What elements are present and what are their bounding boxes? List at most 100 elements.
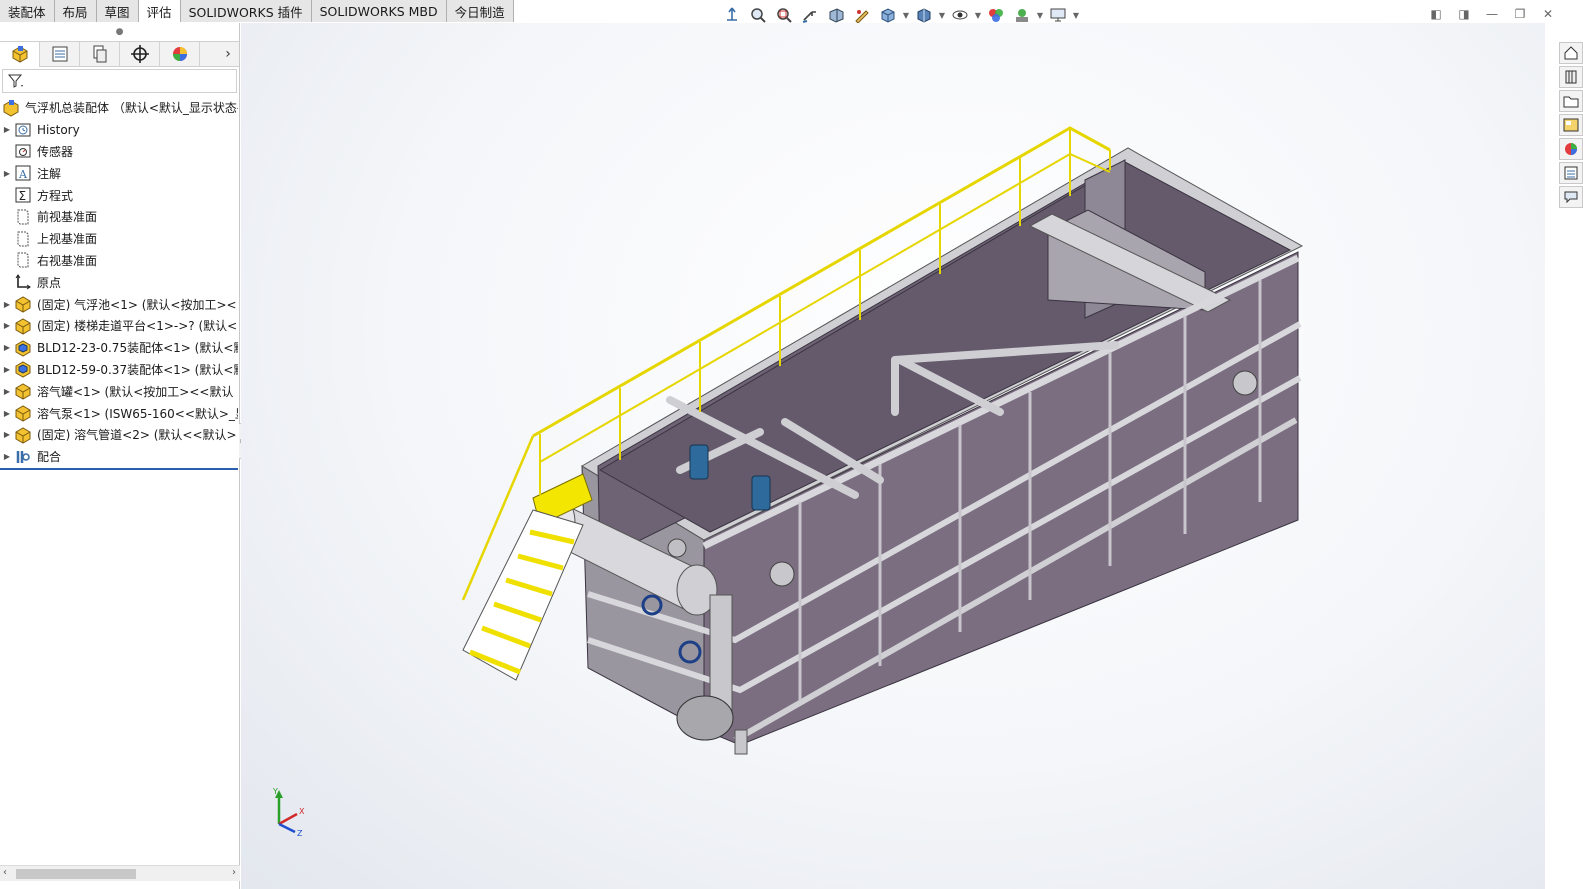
tree-item[interactable]: ▶ 溶气罐<1> (默认<按加工><<默认	[0, 380, 238, 402]
tree-item[interactable]: ▶ A 注解	[0, 162, 238, 184]
expand-arrow-icon[interactable]: ▶	[0, 125, 14, 134]
tile-right-icon[interactable]: ◨	[1455, 6, 1473, 22]
expand-arrow-icon[interactable]: ▶	[0, 300, 14, 309]
assembly-icon	[2, 99, 20, 117]
tree-item-label: 溶气泵<1> (ISW65-160<<默认>_显	[37, 406, 238, 421]
chevron-down-icon[interactable]: ▼	[974, 11, 982, 20]
tab-sketch[interactable]: 草图	[96, 0, 139, 22]
triad-x-label: X	[299, 807, 305, 816]
scroll-left-icon[interactable]: ‹	[3, 867, 7, 878]
svg-text:Σ: Σ	[19, 189, 27, 203]
origin-icon	[14, 273, 32, 291]
command-manager-tabs: 装配体 布局 草图 评估 SOLIDWORKS 插件 SOLIDWORKS MB…	[0, 0, 514, 22]
expand-arrow-icon[interactable]: ▶	[0, 430, 14, 439]
tree-item-label: 配合	[37, 450, 62, 465]
tree-item[interactable]: ▶ 配合	[0, 446, 238, 468]
expand-arrow-icon[interactable]: ▶	[0, 169, 14, 178]
chevron-down-icon[interactable]: ▼	[1036, 11, 1044, 20]
tree-item-label: 溶气罐<1> (默认<按加工><<默认	[37, 384, 234, 399]
part-icon	[14, 404, 32, 422]
tree-item[interactable]: ▶ BLD12-59-0.37装配体<1> (默认<默	[0, 359, 238, 381]
panel-grip[interactable]: ●	[0, 23, 239, 41]
tree-item-label: 前视基准面	[37, 210, 98, 225]
chevron-right-icon[interactable]: ›	[217, 46, 239, 62]
dimxpert-manager-icon[interactable]	[120, 41, 160, 67]
tree-item[interactable]: ▶ (固定) 楼梯走道平台<1>->? (默认<	[0, 315, 238, 337]
expand-arrow-icon[interactable]: ▶	[0, 452, 14, 461]
chevron-down-icon[interactable]: ▼	[1072, 11, 1080, 20]
tree-item[interactable]: ▶ (固定) 气浮池<1> (默认<按加工><	[0, 293, 238, 315]
tree-item-label: 原点	[37, 275, 62, 290]
tree-item[interactable]: ▶ BLD12-23-0.75装配体<1> (默认<默	[0, 337, 238, 359]
tree-item[interactable]: ▶ 溶气泵<1> (ISW65-160<<默认>_显	[0, 402, 238, 424]
tile-left-icon[interactable]: ◧	[1427, 6, 1445, 22]
expand-arrow-icon[interactable]: ▶	[0, 409, 14, 418]
configuration-manager-icon[interactable]	[80, 41, 120, 67]
triad-y-label: Y	[272, 788, 278, 796]
tree-root-assembly[interactable]: 气浮机总装配体 （默认<默认_显示状态-1>）	[0, 97, 238, 119]
featuremanager-tree-icon[interactable]	[0, 41, 40, 67]
tree-item[interactable]: ▶ (固定) 溶气管道<2> (默认<<默认>	[0, 424, 238, 446]
part-icon	[14, 426, 32, 444]
plane-icon	[14, 208, 32, 226]
graphics-area[interactable]: Y X Z	[241, 23, 1545, 889]
tree-item[interactable]: 前视基准面	[0, 206, 238, 228]
scroll-right-icon[interactable]: ›	[232, 867, 236, 878]
tab-solidworks-mbd[interactable]: SOLIDWORKS MBD	[311, 0, 447, 22]
chevron-down-icon[interactable]: ▼	[902, 11, 910, 20]
flotation-machine-model[interactable]	[241, 23, 1545, 889]
tree-item[interactable]: 传感器	[0, 141, 238, 163]
horizontal-scrollbar[interactable]: ‹ ›	[0, 865, 240, 881]
tree-item-label: 气浮机总装配体 （默认<默认_显示状态-1>）	[25, 101, 238, 116]
tree-item-label: BLD12-59-0.37装配体<1> (默认<默	[37, 362, 238, 377]
svg-text:A: A	[18, 168, 28, 181]
tab-solidworks-addins[interactable]: SOLIDWORKS 插件	[180, 0, 312, 22]
mixer-motor	[689, 444, 709, 480]
scroll-thumb[interactable]	[16, 869, 136, 879]
expand-arrow-icon[interactable]: ▶	[0, 321, 14, 330]
reference-triad: Y X Z	[272, 788, 305, 838]
solidworks-forum-icon[interactable]	[1559, 186, 1583, 208]
view-palette-icon[interactable]	[1559, 114, 1583, 136]
custom-properties-icon[interactable]	[1559, 162, 1583, 184]
display-manager-icon[interactable]	[160, 41, 200, 67]
tree-item-label: (固定) 楼梯走道平台<1>->? (默认<	[37, 319, 238, 334]
mates-icon	[14, 448, 32, 466]
tab-layout[interactable]: 布局	[54, 0, 97, 22]
file-explorer-icon[interactable]	[1559, 90, 1583, 112]
tab-assembly[interactable]: 装配体	[0, 0, 55, 22]
chevron-down-icon[interactable]: ▼	[938, 11, 946, 20]
property-manager-icon[interactable]	[40, 41, 80, 67]
close-icon[interactable]: ✕	[1539, 6, 1557, 22]
tree-item[interactable]: 右视基准面	[0, 250, 238, 272]
appearances-scenes-icon[interactable]	[1559, 138, 1583, 160]
tree-item-label: 右视基准面	[37, 253, 98, 268]
tree-item[interactable]: 原点	[0, 271, 238, 293]
tree-item[interactable]: Σ 方程式	[0, 184, 238, 206]
tree-item[interactable]: ▶ History	[0, 119, 238, 141]
feature-manager-tabs: ›	[0, 41, 239, 67]
expand-arrow-icon[interactable]: ▶	[0, 365, 14, 374]
plane-icon	[14, 251, 32, 269]
rollback-bar[interactable]	[0, 468, 238, 470]
tree-item-label: (固定) 溶气管道<2> (默认<<默认>	[37, 428, 237, 443]
tree-filter[interactable]	[2, 69, 237, 93]
plane-icon	[14, 230, 32, 248]
expand-arrow-icon[interactable]: ▶	[0, 343, 14, 352]
design-library-icon[interactable]	[1559, 66, 1583, 88]
restore-icon[interactable]: ❐	[1511, 6, 1529, 22]
nozzle-flange	[769, 561, 795, 587]
tab-manufacture-today[interactable]: 今日制造	[446, 0, 514, 22]
expand-arrow-icon[interactable]: ▶	[0, 387, 14, 396]
minimize-icon[interactable]: —	[1483, 6, 1501, 22]
part-icon	[14, 295, 32, 313]
tree-item-label: 上视基准面	[37, 232, 98, 247]
solidworks-resources-icon[interactable]	[1559, 42, 1583, 64]
task-pane	[1559, 42, 1583, 208]
tab-evaluate[interactable]: 评估	[138, 0, 181, 22]
filter-icon	[7, 74, 23, 88]
tree-item[interactable]: 上视基准面	[0, 228, 238, 250]
feature-manager-panel: ● › 气浮机总装配体 （默认<默认_显示状态-1>） ▶ History 传感器 ▶ A…	[0, 23, 240, 889]
tree-item-label: 传感器	[37, 144, 74, 159]
mixer-motor	[751, 475, 771, 511]
